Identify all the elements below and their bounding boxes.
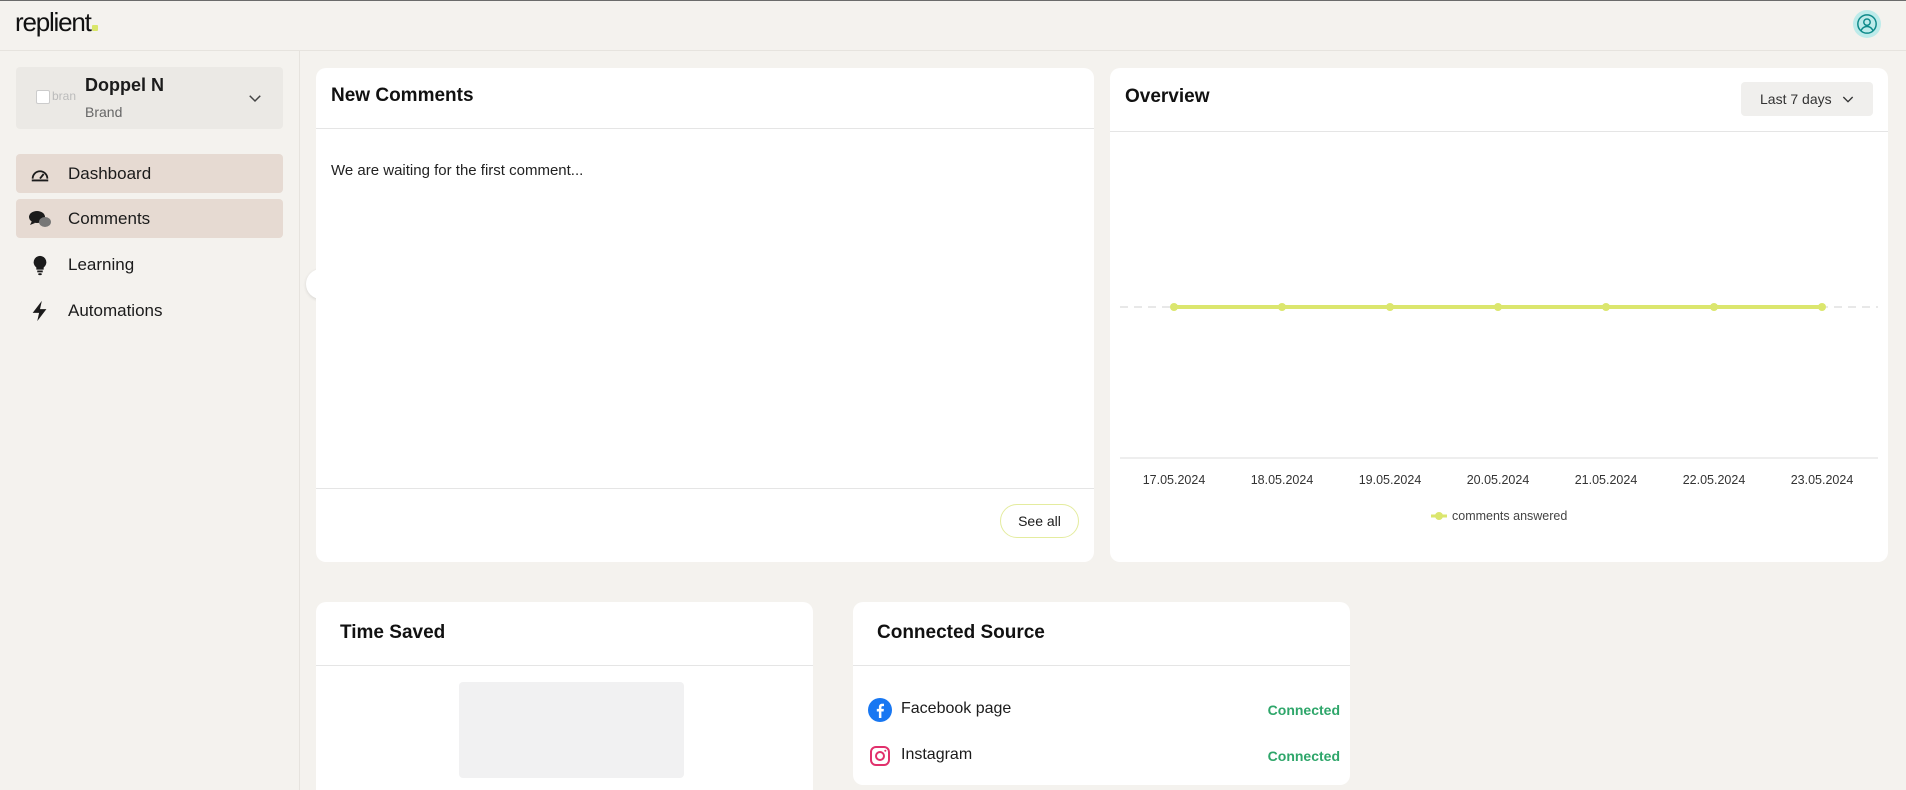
legend-label: comments answered (1452, 509, 1568, 523)
time-saved-placeholder (459, 682, 684, 778)
data-point (1710, 303, 1718, 311)
source-row-facebook[interactable]: Facebook page Connected (868, 695, 1340, 725)
status-badge: Connected (1267, 748, 1340, 764)
source-label: Instagram (901, 746, 973, 763)
data-point (1386, 303, 1394, 311)
data-point (1494, 303, 1502, 311)
source-label: Facebook page (901, 700, 1012, 717)
x-tick-label: 19.05.2024 (1358, 473, 1422, 487)
chart-legend[interactable]: comments answered (1430, 509, 1567, 523)
legend-marker (1431, 512, 1447, 520)
card-title: Time Saved (340, 622, 446, 643)
divider (853, 665, 1350, 666)
source-row-instagram[interactable]: Instagram Connected (868, 741, 1340, 771)
data-point (1818, 303, 1826, 311)
divider (316, 665, 813, 666)
data-point (1170, 303, 1178, 311)
data-point (1278, 303, 1286, 311)
card-title: Connected Source (877, 622, 1045, 643)
facebook-icon (868, 698, 892, 722)
x-tick-label: 17.05.2024 (1142, 473, 1206, 487)
x-tick-label: 20.05.2024 (1466, 473, 1530, 487)
status-badge: Connected (1267, 702, 1340, 718)
instagram-icon (870, 746, 890, 766)
x-tick-label: 21.05.2024 (1574, 473, 1638, 487)
x-tick-label: 18.05.2024 (1250, 473, 1314, 487)
data-point (1602, 303, 1610, 311)
x-tick-label: 22.05.2024 (1682, 473, 1746, 487)
x-tick-label: 23.05.2024 (1790, 473, 1854, 487)
